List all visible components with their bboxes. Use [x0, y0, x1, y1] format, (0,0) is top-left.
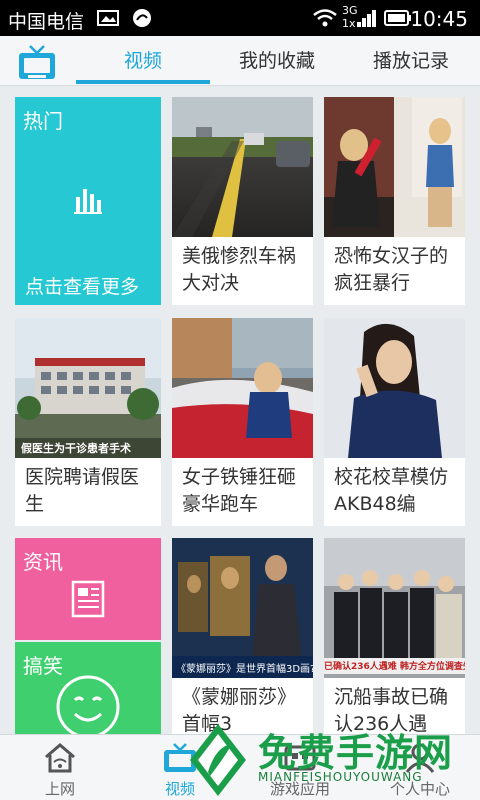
video-thumbnail [324, 97, 465, 237]
tab-favorites[interactable]: 我的收藏 [212, 46, 342, 73]
hot-category-tile[interactable]: 热门 点击查看更多 [15, 97, 161, 305]
watermark-logo-icon [190, 724, 246, 796]
video-thumbnail: 已确认236人遇难 韩方全方位调查失事原因 [324, 538, 465, 678]
news-label: 资讯 [23, 550, 63, 574]
video-tile[interactable]: 《蒙娜丽莎》是世界首幅3D画? 《蒙娜丽莎》首幅3 [172, 538, 313, 742]
video-caption: 医院聘请假医生 [25, 466, 140, 515]
video-thumbnail [172, 318, 313, 458]
clock: 10:45 [410, 7, 468, 31]
watermark-subtitle: MIANFEISHOUYOUWANG [258, 770, 423, 784]
carrier-label: 中国电信 [8, 11, 85, 33]
thumbnail-overlay-text: 假医生为干诊患者手术 [21, 442, 131, 455]
video-tile[interactable]: 恐怖女汉子的疯狂暴行 [324, 97, 465, 305]
video-tile[interactable]: 已确认236人遇难 韩方全方位调查失事原因 沉船事故已确认236人遇 [324, 538, 465, 742]
video-tile[interactable]: 假医生为干诊患者手术 医院聘请假医生 [15, 318, 161, 526]
video-caption: 女子铁锤狂砸豪华跑车 [182, 466, 297, 515]
funny-category-tile[interactable]: 搞笑 [15, 642, 161, 742]
video-tile[interactable]: 女子铁锤狂砸豪华跑车 [172, 318, 313, 526]
see-more-label: 点击查看更多 [25, 276, 140, 298]
watermark-title: 免费手游网 [258, 731, 454, 775]
video-app-screen: 中国电信 3G 1x 10:45 视频 我的收藏 播放记录 热门 点击查看更多 … [0, 0, 480, 800]
network-subtype: 1x [342, 17, 356, 30]
image-icon [97, 10, 119, 26]
news-category-tile[interactable]: 资讯 [15, 538, 161, 640]
signal-icon [357, 10, 376, 27]
home-wifi-icon [45, 743, 75, 773]
video-thumbnail [172, 97, 313, 237]
battery-icon [384, 10, 411, 26]
video-tile[interactable]: 美俄惨烈车祸大对决 [172, 97, 313, 305]
tab-video[interactable]: 视频 [76, 46, 210, 73]
tv-logo-icon[interactable] [16, 42, 58, 82]
tab-header: 视频 我的收藏 播放记录 [0, 36, 480, 86]
video-caption: 校花校草模仿AKB48编 [334, 466, 449, 515]
tab-history[interactable]: 播放记录 [346, 46, 476, 73]
video-tile[interactable]: 校花校草模仿AKB48编 [324, 318, 465, 526]
video-thumbnail [324, 318, 465, 458]
bar-chart-icon [74, 189, 102, 214]
thumbnail-overlay-text: 已确认236人遇难 韩方全方位调查失事原因 [324, 662, 465, 672]
wifi-icon [313, 9, 337, 27]
smiley-icon [56, 675, 120, 739]
video-caption: 美俄惨烈车祸大对决 [182, 245, 297, 294]
active-tab-indicator [76, 80, 210, 84]
video-caption: 恐怖女汉子的疯狂暴行 [334, 245, 449, 294]
nav-internet[interactable]: 上网 [0, 735, 120, 800]
video-thumbnail: 假医生为干诊患者手术 [15, 318, 161, 458]
nav-label: 上网 [44, 780, 75, 798]
browser-icon [133, 9, 151, 27]
newspaper-icon [71, 580, 105, 618]
video-thumbnail: 《蒙娜丽莎》是世界首幅3D画? [172, 538, 313, 678]
thumbnail-overlay-text: 《蒙娜丽莎》是世界首幅3D画? [176, 664, 313, 675]
hot-label: 热门 [23, 109, 63, 133]
status-bar: 中国电信 3G 1x 10:45 [0, 0, 480, 36]
